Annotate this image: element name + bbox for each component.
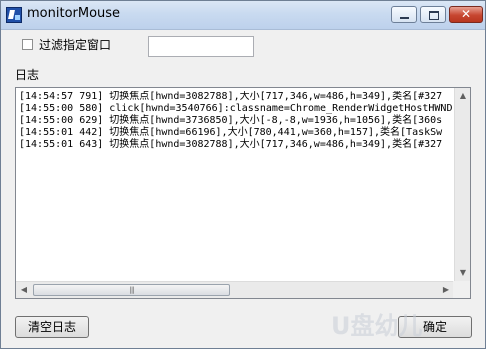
log-lines: [14:54:57 791] 切换焦点[hwnd=3082788],大小[717… (19, 91, 455, 280)
minimize-icon (400, 17, 409, 19)
maximize-button[interactable] (420, 6, 446, 23)
close-button[interactable]: ✕ (449, 6, 483, 23)
client-area: 过滤指定窗口 日志 [14:54:57 791] 切换焦点[hwnd=30827… (1, 30, 485, 348)
main-window: monitorMouse ✕ 过滤指定窗口 日志 [14:54:57 791] … (0, 0, 486, 349)
app-icon (6, 7, 22, 23)
grip-icon: ||| (129, 286, 134, 294)
maximize-icon (429, 11, 439, 20)
clear-log-button[interactable]: 清空日志 (15, 316, 89, 338)
horizontal-scroll-thumb[interactable]: ||| (33, 284, 230, 296)
log-line: [14:55:00 580] click[hwnd=3540766]:class… (19, 103, 455, 114)
scroll-up-arrow-icon[interactable]: ▲ (455, 88, 470, 104)
log-line: [14:54:57 791] 切换焦点[hwnd=3082788],大小[717… (19, 91, 443, 102)
log-line: [14:55:00 629] 切换焦点[hwnd=3736850],大小[-8,… (19, 115, 443, 126)
scrollbar-corner (453, 281, 470, 298)
title-bar[interactable]: monitorMouse ✕ (1, 1, 485, 30)
scroll-left-arrow-icon[interactable]: ◀ (16, 282, 32, 298)
vertical-scrollbar[interactable]: ▲ ▼ (454, 88, 470, 281)
scroll-down-arrow-icon[interactable]: ▼ (455, 265, 470, 281)
horizontal-scrollbar[interactable]: ◀ ||| ▶ (16, 281, 454, 298)
minimize-button[interactable] (391, 6, 417, 23)
filter-window-input[interactable] (148, 36, 254, 57)
log-line: [14:55:01 643] 切换焦点[hwnd=3082788],大小[717… (19, 139, 443, 150)
watermark-logo: U盘幼儿 (331, 312, 423, 340)
scroll-right-arrow-icon[interactable]: ▶ (438, 282, 454, 298)
window-title: monitorMouse (27, 6, 121, 21)
close-icon: ✕ (460, 7, 472, 21)
log-label: 日志 (15, 68, 40, 82)
filter-window-checkbox[interactable] (22, 39, 33, 50)
log-line: [14:55:01 442] 切换焦点[hwnd=66196],大小[780,4… (19, 127, 443, 138)
filter-window-label[interactable]: 过滤指定窗口 (39, 36, 111, 53)
log-textarea[interactable]: [14:54:57 791] 切换焦点[hwnd=3082788],大小[717… (15, 87, 471, 299)
